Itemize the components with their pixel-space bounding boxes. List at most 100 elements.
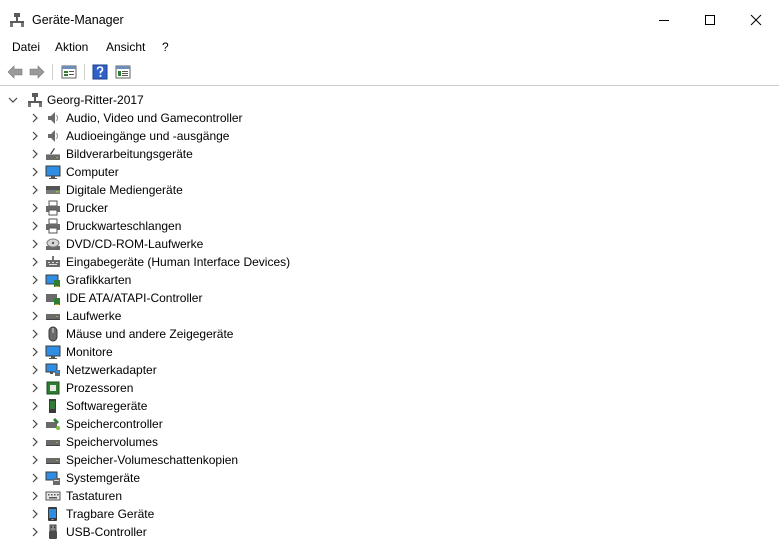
device-tree[interactable]: Georg-Ritter-2017 Audio, Video und Gamec… — [0, 86, 779, 546]
tree-item[interactable]: Speichercontroller — [0, 415, 779, 433]
chevron-right-icon[interactable] — [28, 361, 42, 379]
tree-item[interactable]: Prozessoren — [0, 379, 779, 397]
menu-datei[interactable]: Datei — [12, 40, 40, 59]
tree-item-label: Speicher-Volumeschattenkopien — [66, 453, 239, 467]
speaker-icon — [45, 128, 61, 144]
device-manager-icon — [9, 12, 25, 28]
toolbar — [0, 60, 779, 84]
chevron-right-icon[interactable] — [28, 289, 42, 307]
chevron-right-icon[interactable] — [28, 415, 42, 433]
help-button[interactable] — [89, 62, 111, 82]
chevron-right-icon[interactable] — [28, 145, 42, 163]
minimize-button[interactable] — [641, 0, 687, 40]
close-button[interactable] — [733, 0, 779, 40]
tree-item-label: Druckwarteschlangen — [66, 219, 182, 233]
tree-item[interactable]: Monitore — [0, 343, 779, 361]
chevron-right-icon[interactable] — [28, 487, 42, 505]
chevron-right-icon[interactable] — [28, 307, 42, 325]
chevron-right-icon[interactable] — [28, 451, 42, 469]
system-device-icon — [45, 470, 61, 486]
scanner-icon — [45, 146, 61, 162]
graphics-card-icon — [45, 272, 61, 288]
tree-item-label: Speichercontroller — [66, 417, 163, 431]
tree-item[interactable]: Grafikkarten — [0, 271, 779, 289]
tree-root[interactable]: Georg-Ritter-2017 — [0, 91, 779, 109]
tree-item[interactable]: USB-Controller — [0, 523, 779, 541]
minimize-icon — [659, 20, 669, 21]
software-device-icon — [45, 398, 61, 414]
properties-button[interactable] — [58, 62, 80, 82]
tree-item[interactable]: DVD/CD-ROM-Laufwerke — [0, 235, 779, 253]
chevron-right-icon[interactable] — [28, 217, 42, 235]
tree-item[interactable]: Audio, Video und Gamecontroller — [0, 109, 779, 127]
maximize-icon — [705, 15, 715, 25]
tree-item[interactable]: Tragbare Geräte — [0, 505, 779, 523]
tree-item-label: Audioeingänge und -ausgänge — [66, 129, 230, 143]
media-device-icon — [45, 182, 61, 198]
chevron-right-icon[interactable] — [28, 325, 42, 343]
chevron-right-icon[interactable] — [28, 433, 42, 451]
chevron-right-icon[interactable] — [28, 397, 42, 415]
tree-item[interactable]: Netzwerkadapter — [0, 361, 779, 379]
chevron-right-icon[interactable] — [28, 181, 42, 199]
monitor-icon — [45, 344, 61, 360]
monitor-icon — [45, 164, 61, 180]
mouse-icon — [45, 326, 61, 342]
tree-item-label: Prozessoren — [66, 381, 134, 395]
tree-item[interactable]: Computer — [0, 163, 779, 181]
disc-drive-icon — [45, 236, 61, 252]
tree-item[interactable]: Drucker — [0, 199, 779, 217]
menu-help[interactable]: ? — [162, 40, 169, 59]
tree-item[interactable]: Mäuse und andere Zeigegeräte — [0, 325, 779, 343]
tree-item[interactable]: Audioeingänge und -ausgänge — [0, 127, 779, 145]
maximize-button[interactable] — [687, 0, 733, 40]
chevron-right-icon[interactable] — [28, 199, 42, 217]
tree-item[interactable]: Eingabegeräte (Human Interface Devices) — [0, 253, 779, 271]
tree-item-label: Bildverarbeitungsgeräte — [66, 147, 193, 161]
back-button[interactable] — [4, 62, 26, 82]
tree-item[interactable]: Bildverarbeitungsgeräte — [0, 145, 779, 163]
chevron-right-icon[interactable] — [28, 505, 42, 523]
tree-item-label: Grafikkarten — [66, 273, 132, 287]
chevron-right-icon[interactable] — [28, 271, 42, 289]
tree-item[interactable]: Softwaregeräte — [0, 397, 779, 415]
tree-item[interactable]: Digitale Mediengeräte — [0, 181, 779, 199]
chevron-right-icon[interactable] — [28, 109, 42, 127]
toolbar-divider — [52, 64, 53, 80]
chevron-down-icon[interactable] — [6, 91, 20, 109]
tree-item[interactable]: Systemgeräte — [0, 469, 779, 487]
chevron-right-icon[interactable] — [28, 469, 42, 487]
tree-item-label: Digitale Mediengeräte — [66, 183, 183, 197]
view-button[interactable] — [112, 62, 134, 82]
tree-item-label: DVD/CD-ROM-Laufwerke — [66, 237, 204, 251]
tree-item-label: Speichervolumes — [66, 435, 159, 449]
chevron-right-icon[interactable] — [28, 127, 42, 145]
usb-icon — [45, 524, 61, 540]
tree-item-label: IDE ATA/ATAPI-Controller — [66, 291, 203, 305]
menu-aktion[interactable]: Aktion — [55, 40, 88, 59]
chevron-right-icon[interactable] — [28, 379, 42, 397]
drive-icon — [45, 308, 61, 324]
tree-item[interactable]: Speichervolumes — [0, 433, 779, 451]
forward-button[interactable] — [26, 62, 48, 82]
chevron-right-icon[interactable] — [28, 343, 42, 361]
chevron-right-icon[interactable] — [28, 235, 42, 253]
tree-item-label: Monitore — [66, 345, 113, 359]
menu-ansicht[interactable]: Ansicht — [106, 40, 145, 59]
tree-item[interactable]: Tastaturen — [0, 487, 779, 505]
view-icon — [115, 65, 131, 79]
toolbar-divider — [84, 64, 85, 80]
tree-item[interactable]: Druckwarteschlangen — [0, 217, 779, 235]
drive-icon — [45, 452, 61, 468]
printer-icon — [45, 200, 61, 216]
tree-item-label: USB-Controller — [66, 525, 147, 539]
tree-item[interactable]: IDE ATA/ATAPI-Controller — [0, 289, 779, 307]
tree-item-label: Laufwerke — [66, 309, 122, 323]
tree-item[interactable]: Laufwerke — [0, 307, 779, 325]
chevron-right-icon[interactable] — [28, 163, 42, 181]
tree-item-label: Netzwerkadapter — [66, 363, 157, 377]
tree-item[interactable]: Speicher-Volumeschattenkopien — [0, 451, 779, 469]
chevron-right-icon[interactable] — [28, 253, 42, 271]
storage-controller-icon — [45, 416, 61, 432]
chevron-right-icon[interactable] — [28, 523, 42, 541]
